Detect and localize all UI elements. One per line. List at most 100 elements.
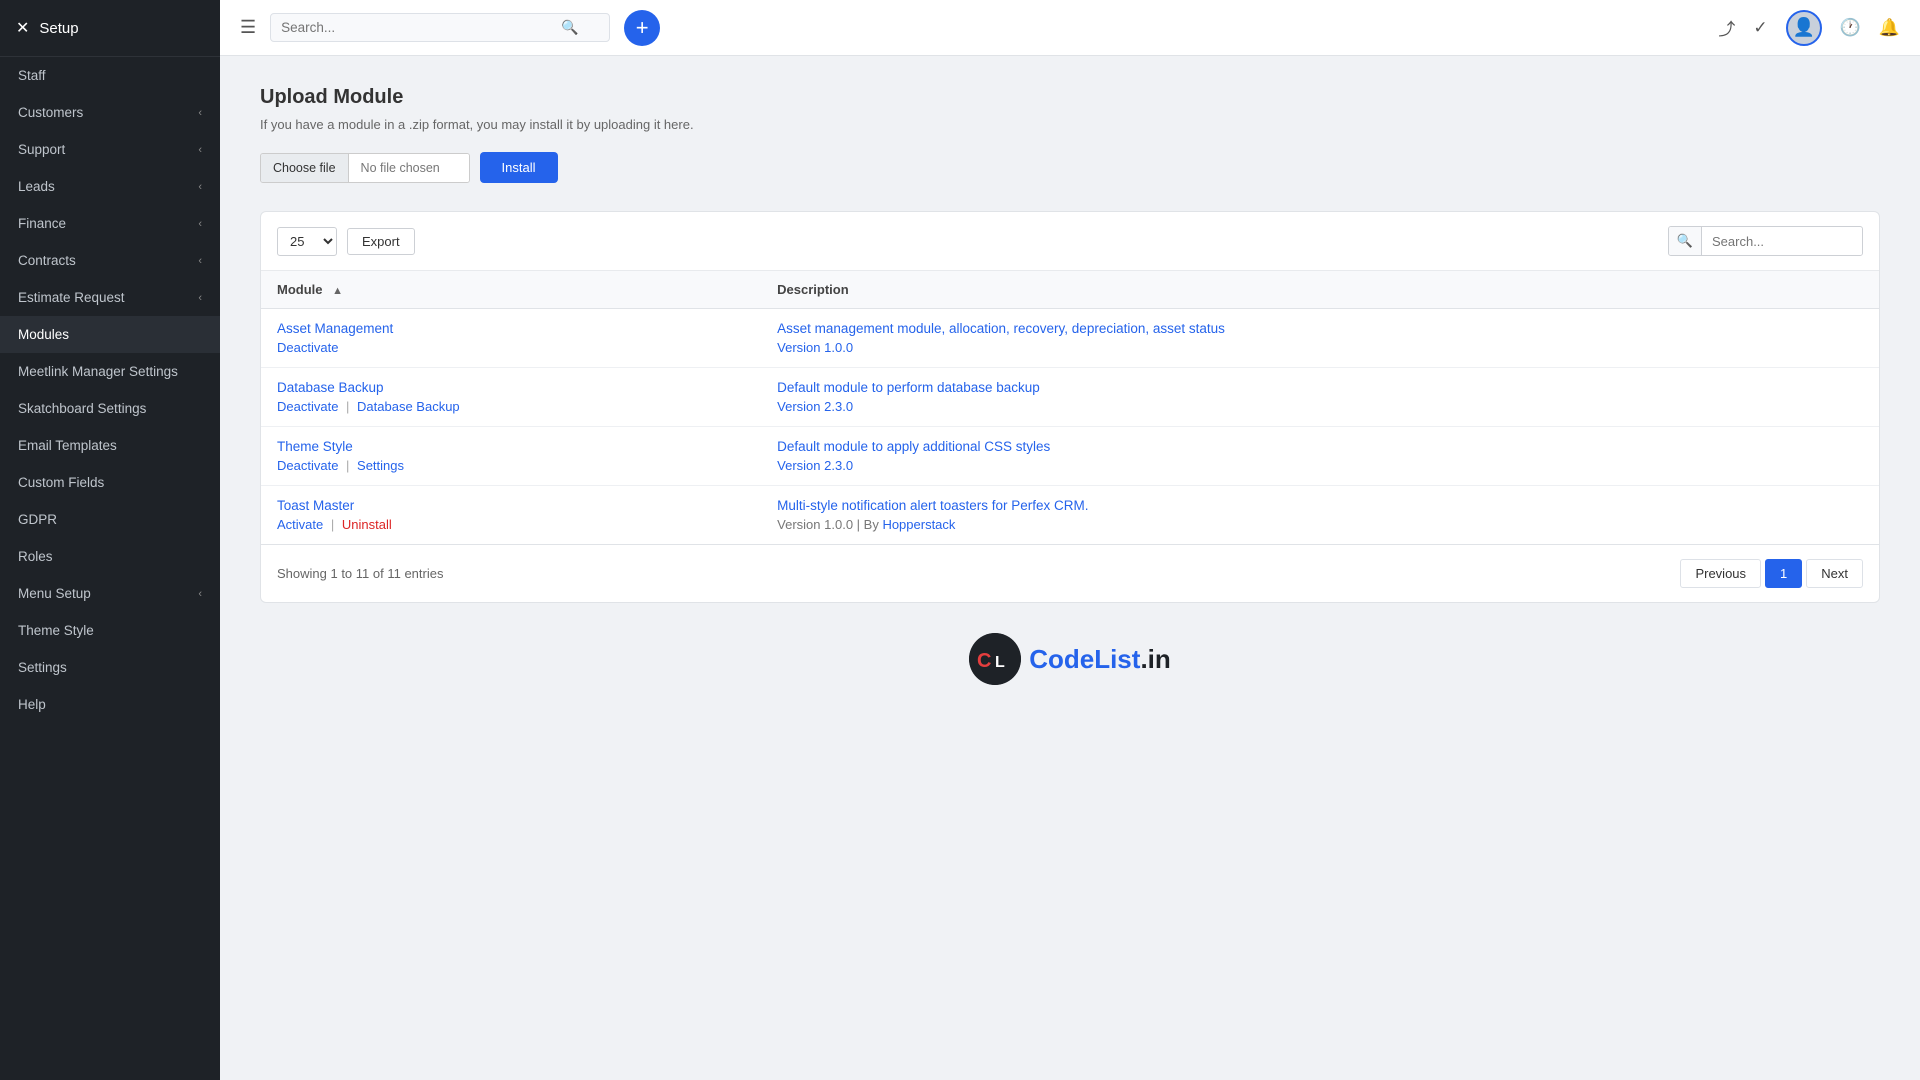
- version-link[interactable]: Version 2.3.0: [777, 458, 853, 473]
- chevron-icon: ‹: [198, 588, 202, 600]
- module-name-link[interactable]: Theme Style: [277, 439, 353, 454]
- sidebar-item-label: Custom Fields: [18, 475, 104, 490]
- chevron-icon: ‹: [198, 218, 202, 230]
- sidebar-item-label: Finance: [18, 216, 66, 231]
- sidebar-item-estimate-request[interactable]: Estimate Request ‹: [0, 279, 220, 316]
- description-link[interactable]: Asset management module, allocation, rec…: [777, 321, 1225, 336]
- avatar[interactable]: 👤: [1786, 10, 1822, 46]
- sidebar-item-label: Estimate Request: [18, 290, 125, 305]
- module-actions: Deactivate | Settings: [277, 458, 745, 473]
- module-name-link[interactable]: Asset Management: [277, 321, 393, 336]
- table-search: 🔍: [1668, 226, 1863, 256]
- sidebar-item-meetlink-manager-settings[interactable]: Meetlink Manager Settings: [0, 353, 220, 390]
- pagination-row: Showing 1 to 11 of 11 entries Previous 1…: [261, 544, 1879, 602]
- sidebar-item-menu-setup[interactable]: Menu Setup‹: [0, 575, 220, 612]
- sidebar-title: Setup: [39, 20, 78, 37]
- share-icon[interactable]: ⤴: [1718, 15, 1735, 40]
- version-link[interactable]: Version 2.3.0: [777, 399, 853, 414]
- sidebar-item-settings[interactable]: Settings: [0, 649, 220, 686]
- footer: C L CodeList.in: [260, 603, 1880, 705]
- previous-button[interactable]: Previous: [1680, 559, 1761, 588]
- bell-icon[interactable]: 🔔: [1879, 18, 1900, 38]
- menu-icon[interactable]: ☰: [240, 17, 256, 38]
- cell-module-1: Database Backup Deactivate | Database Bac…: [261, 368, 761, 427]
- col-module[interactable]: Module ▲: [261, 271, 761, 309]
- upload-section: Choose file No file chosen Install: [260, 152, 1880, 183]
- sidebar-item-contracts[interactable]: Contracts‹: [0, 242, 220, 279]
- pagination-buttons: Previous 1 Next: [1680, 559, 1863, 588]
- search-box: 🔍: [270, 13, 610, 42]
- install-button[interactable]: Install: [480, 152, 558, 183]
- separator: |: [342, 458, 353, 473]
- showing-text: Showing 1 to 11 of 11 entries: [277, 566, 443, 581]
- chevron-icon: ‹: [198, 181, 202, 193]
- sidebar-item-label: Support: [18, 142, 65, 157]
- cell-module-2: Theme Style Deactivate | Settings: [261, 427, 761, 486]
- logo-icon: C L: [969, 633, 1021, 685]
- sidebar-item-label: Roles: [18, 549, 53, 564]
- sidebar-item-label: GDPR: [18, 512, 57, 527]
- sidebar-item-roles[interactable]: Roles: [0, 538, 220, 575]
- cell-module-3: Toast MasterActivate | Uninstall: [261, 486, 761, 545]
- page-1-button[interactable]: 1: [1765, 559, 1802, 588]
- sidebar-item-skatchboard-settings[interactable]: Skatchboard Settings: [0, 390, 220, 427]
- sidebar-item-finance[interactable]: Finance ‹: [0, 205, 220, 242]
- sidebar-item-label: Staff: [18, 68, 46, 83]
- table-row: Theme Style Deactivate | Settings Default …: [261, 427, 1879, 486]
- deactivate-link[interactable]: Deactivate: [277, 458, 338, 473]
- description-link[interactable]: Default module to apply additional CSS s…: [777, 439, 1050, 454]
- chevron-icon: ‹: [198, 292, 202, 304]
- add-button[interactable]: +: [624, 10, 660, 46]
- sidebar-item-leads[interactable]: Leads‹: [0, 168, 220, 205]
- description-link[interactable]: Default module to perform database backu…: [777, 380, 1040, 395]
- table-toolbar: 25 50 100 Export 🔍: [261, 212, 1879, 271]
- version-author-link[interactable]: Hopperstack: [882, 517, 955, 532]
- version-info: Version 2.3.0: [777, 458, 1863, 473]
- deactivate-link[interactable]: Deactivate: [277, 399, 338, 414]
- table-row: Toast MasterActivate | UninstallMulti-st…: [261, 486, 1879, 545]
- sidebar-item-theme-style[interactable]: Theme Style: [0, 612, 220, 649]
- table-search-input[interactable]: [1702, 228, 1862, 255]
- export-button[interactable]: Export: [347, 228, 415, 255]
- module-name-link[interactable]: Database Backup: [277, 380, 384, 395]
- description-link[interactable]: Multi-style notification alert toasters …: [777, 498, 1088, 513]
- check-icon[interactable]: ✓: [1753, 18, 1767, 38]
- database backup-link[interactable]: Database Backup: [357, 399, 460, 414]
- version-link[interactable]: Version 1.0.0: [777, 340, 853, 355]
- module-name-link[interactable]: Toast Master: [277, 498, 354, 513]
- close-icon[interactable]: ✕: [16, 18, 29, 38]
- choose-file-button[interactable]: Choose file: [261, 154, 349, 182]
- clock-icon[interactable]: 🕐: [1840, 18, 1861, 38]
- sidebar-item-modules[interactable]: Modules: [0, 316, 220, 353]
- sidebar-nav: StaffCustomers‹Support‹Leads‹Finance‹Con…: [0, 57, 220, 723]
- separator: |: [342, 399, 353, 414]
- sidebar-item-custom-fields[interactable]: Custom Fields: [0, 464, 220, 501]
- file-input-wrapper: Choose file No file chosen: [260, 153, 470, 183]
- file-name-label: No file chosen: [349, 154, 469, 182]
- activate-link[interactable]: Activate: [277, 517, 323, 532]
- per-page-select[interactable]: 25 50 100: [277, 227, 337, 256]
- cell-description-2: Default module to apply additional CSS s…: [761, 427, 1879, 486]
- table-row: Database Backup Deactivate | Database Bac…: [261, 368, 1879, 427]
- table-body: Asset Management Deactivate Asset manageme…: [261, 309, 1879, 545]
- chevron-icon: ‹: [198, 144, 202, 156]
- svg-text:L: L: [995, 654, 1005, 671]
- deactivate-link[interactable]: Deactivate: [277, 340, 338, 355]
- sidebar-item-email-templates[interactable]: Email Templates: [0, 427, 220, 464]
- sidebar-item-support[interactable]: Support ‹: [0, 131, 220, 168]
- search-input[interactable]: [281, 20, 561, 35]
- settings-link[interactable]: Settings: [357, 458, 404, 473]
- next-button[interactable]: Next: [1806, 559, 1863, 588]
- search-icon: 🔍: [561, 19, 578, 36]
- table-row: Asset Management Deactivate Asset manageme…: [261, 309, 1879, 368]
- footer-logo: C L CodeList.in: [260, 633, 1880, 685]
- sidebar-item-help[interactable]: Help: [0, 686, 220, 723]
- table-search-icon: 🔍: [1669, 227, 1702, 255]
- sidebar-item-label: Meetlink Manager Settings: [18, 364, 178, 379]
- sidebar-item-staff[interactable]: Staff: [0, 57, 220, 94]
- chevron-icon: ‹: [198, 107, 202, 119]
- sidebar-item-customers[interactable]: Customers‹: [0, 94, 220, 131]
- uninstall-link[interactable]: Uninstall: [342, 517, 392, 532]
- col-description: Description: [761, 271, 1879, 309]
- sidebar-item-gdpr[interactable]: GDPR: [0, 501, 220, 538]
